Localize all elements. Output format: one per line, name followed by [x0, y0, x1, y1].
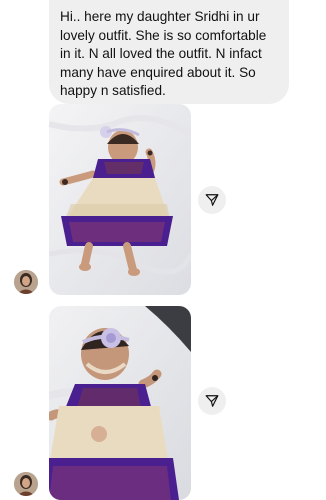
photo-2-image: [49, 306, 191, 500]
share-button-1[interactable]: [198, 186, 226, 214]
paper-plane-icon: [205, 194, 219, 206]
sender-avatar-2[interactable]: [14, 472, 38, 496]
chat-thread: Hi.. here my daughter Sridhi in ur lovel…: [0, 0, 326, 500]
message-bubble[interactable]: Hi.. here my daughter Sridhi in ur lovel…: [49, 0, 289, 104]
share-button-2[interactable]: [198, 387, 226, 415]
photo-attachment-1[interactable]: [49, 104, 191, 295]
photo-attachment-2[interactable]: [49, 306, 191, 500]
avatar-image: [14, 472, 38, 496]
photo-1-image: [49, 104, 191, 295]
message-text: Hi.. here my daughter Sridhi in ur lovel…: [60, 9, 267, 99]
sender-avatar-1[interactable]: [14, 270, 38, 294]
paper-plane-icon: [205, 395, 219, 407]
avatar-image: [14, 270, 38, 294]
